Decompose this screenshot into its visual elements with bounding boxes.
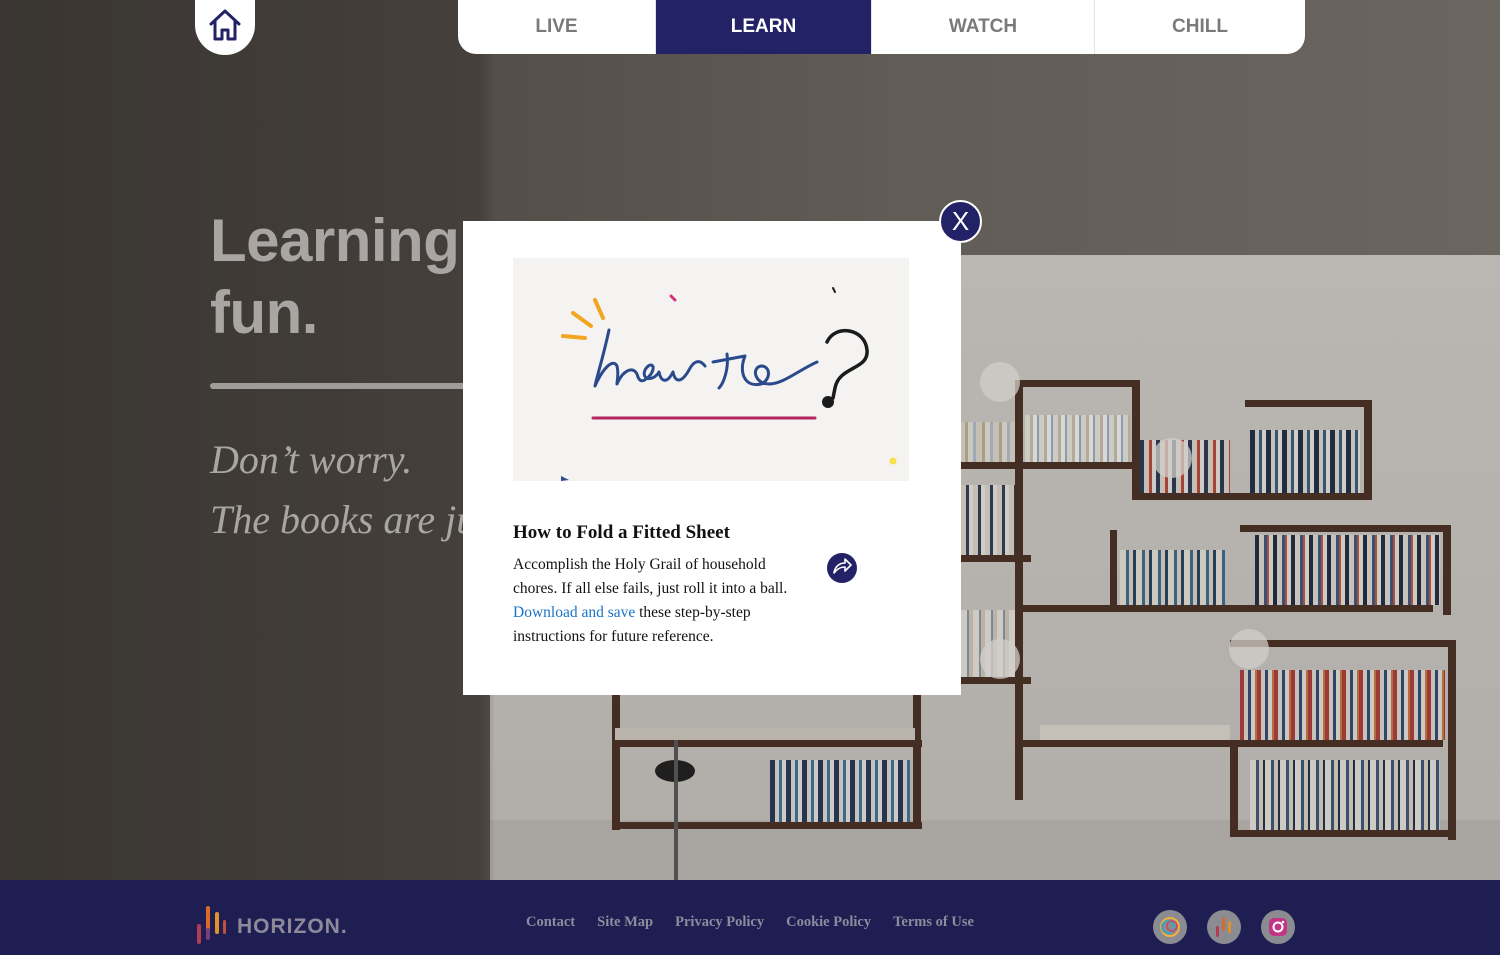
article-title: How to Fold a Fitted Sheet (513, 522, 730, 543)
close-button[interactable]: X (939, 200, 982, 243)
download-link[interactable]: Download and save (513, 604, 635, 621)
tab-learn[interactable]: LEARN (656, 0, 872, 54)
article-modal: How to Fold a Fitted Sheet Accomplish th… (463, 221, 961, 695)
article-description-text: Accomplish the Holy Grail of household c… (513, 556, 788, 597)
tab-chill[interactable]: CHILL (1095, 0, 1305, 54)
instagram-icon[interactable] (1261, 910, 1295, 944)
footer-link-cookie-policy[interactable]: Cookie Policy (786, 914, 871, 931)
footer-links: Contact Site Map Privacy Policy Cookie P… (526, 914, 974, 931)
share-button[interactable] (827, 553, 857, 583)
how-to-illustration (513, 258, 909, 481)
hero-subtitle-2: The books are ju (210, 497, 477, 542)
hotspot-dot[interactable] (980, 362, 1020, 402)
article-description: Accomplish the Holy Grail of household c… (513, 553, 808, 649)
hero-subtitle-1: Don’t worry. (210, 437, 413, 482)
footer-link-privacy-policy[interactable]: Privacy Policy (675, 914, 764, 931)
horizon-logo-text: HORIZON. (237, 914, 348, 938)
horizon-logo[interactable]: HORIZON. (195, 902, 348, 951)
footer: HORIZON. Contact Site Map Privacy Policy… (0, 880, 1500, 955)
footer-link-terms-of-use[interactable]: Terms of Use (893, 914, 974, 931)
tab-live[interactable]: LIVE (458, 0, 656, 54)
home-icon (208, 7, 242, 48)
horizon-mark-icon (195, 902, 227, 951)
tab-watch[interactable]: WATCH (872, 0, 1095, 54)
horizon-logo-icon[interactable] (1207, 910, 1241, 944)
hotspot-dot[interactable] (1229, 629, 1269, 669)
share-icon (832, 557, 852, 580)
horizon-circle-icon[interactable] (1153, 910, 1187, 944)
footer-link-contact[interactable]: Contact (526, 914, 575, 931)
footer-link-site-map[interactable]: Site Map (597, 914, 653, 931)
hotspot-dot[interactable] (980, 639, 1020, 679)
main-nav: LIVE LEARN WATCH CHILL (458, 0, 1305, 54)
hero-divider (210, 383, 470, 389)
hotspot-dot[interactable] (1152, 438, 1192, 478)
